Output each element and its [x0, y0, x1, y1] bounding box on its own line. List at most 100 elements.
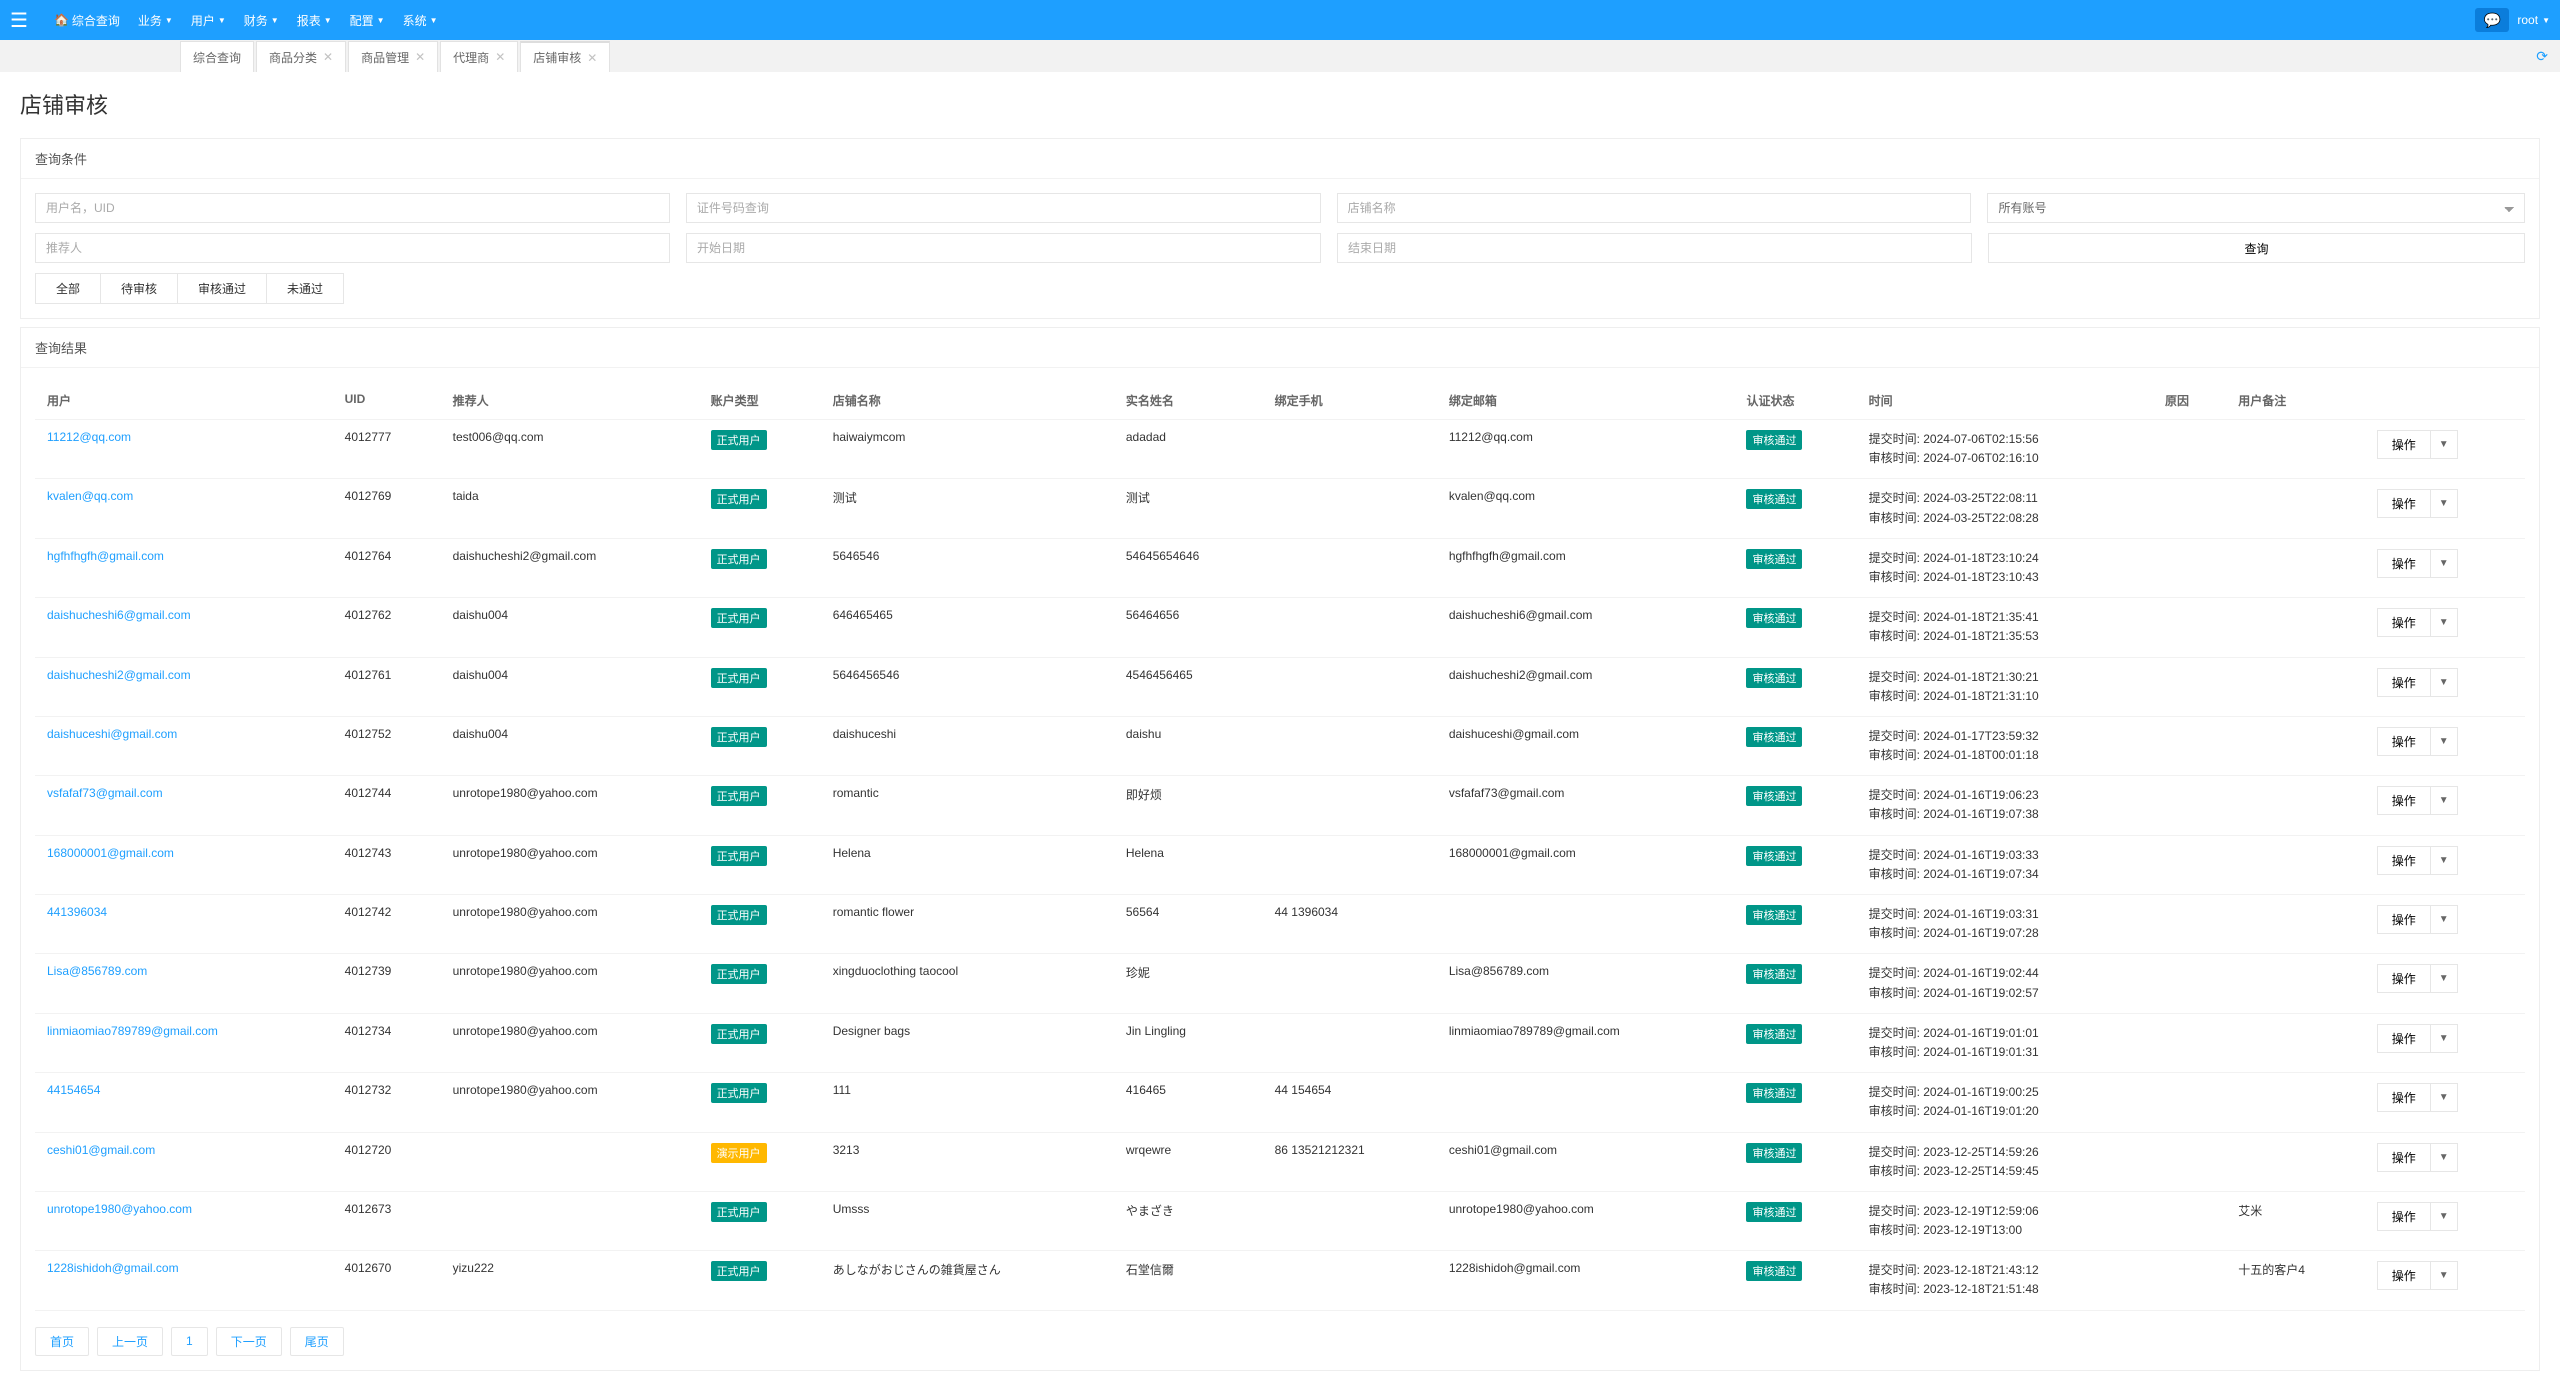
- user-link[interactable]: 11212@qq.com: [47, 430, 131, 444]
- user-link[interactable]: linmiaomiao789789@gmail.com: [47, 1024, 218, 1038]
- user-uid-input[interactable]: [35, 193, 670, 223]
- tab[interactable]: 代理商✕: [440, 41, 518, 72]
- nav-item[interactable]: 报表 ▼: [291, 12, 338, 29]
- user-link[interactable]: Lisa@856789.com: [47, 964, 147, 978]
- operate-caret[interactable]: ▼: [2431, 549, 2458, 578]
- pager-last[interactable]: 尾页: [290, 1327, 344, 1356]
- user-link[interactable]: kvalen@qq.com: [47, 489, 133, 503]
- operate-button[interactable]: 操作: [2377, 430, 2431, 459]
- phone-cell: 86 13521212321: [1263, 1132, 1437, 1191]
- operate-caret[interactable]: ▼: [2431, 430, 2458, 459]
- operate-button[interactable]: 操作: [2377, 608, 2431, 637]
- table-row: daishucheshi2@gmail.com4012761daishu004正…: [35, 657, 2525, 716]
- close-icon[interactable]: ✕: [415, 50, 425, 64]
- operate-caret[interactable]: ▼: [2431, 964, 2458, 993]
- user-link[interactable]: 168000001@gmail.com: [47, 846, 174, 860]
- user-link[interactable]: daishucheshi2@gmail.com: [47, 668, 191, 682]
- user-link[interactable]: 1228ishidoh@gmail.com: [47, 1261, 179, 1275]
- operate-button[interactable]: 操作: [2377, 846, 2431, 875]
- chat-icon[interactable]: 💬: [2475, 8, 2509, 32]
- pager-prev[interactable]: 上一页: [97, 1327, 163, 1356]
- operate-caret[interactable]: ▼: [2431, 1261, 2458, 1290]
- search-button[interactable]: 查询: [1988, 233, 2525, 263]
- nav-item[interactable]: 🏠 综合查询: [48, 12, 126, 29]
- refresh-icon[interactable]: ⟳: [2536, 48, 2548, 65]
- operate-button[interactable]: 操作: [2377, 1261, 2431, 1290]
- remark-cell: [2226, 716, 2364, 775]
- reason-cell: [2153, 538, 2226, 597]
- operate-caret[interactable]: ▼: [2431, 1202, 2458, 1231]
- close-icon[interactable]: ✕: [495, 50, 505, 64]
- tab[interactable]: 店铺审核✕: [520, 41, 610, 72]
- close-icon[interactable]: ✕: [587, 51, 597, 65]
- tab[interactable]: 商品管理✕: [348, 41, 438, 72]
- operate-caret[interactable]: ▼: [2431, 1083, 2458, 1112]
- status-tab[interactable]: 待审核: [100, 273, 178, 304]
- start-date-input[interactable]: [686, 233, 1321, 263]
- remark-cell: [2226, 598, 2364, 657]
- status-tab[interactable]: 审核通过: [177, 273, 267, 304]
- operate-button[interactable]: 操作: [2377, 1202, 2431, 1231]
- status-tab[interactable]: 未通过: [266, 273, 344, 304]
- account-select[interactable]: 所有账号: [1987, 193, 2525, 223]
- shop-cell: 5646456546: [821, 657, 1114, 716]
- operate-caret[interactable]: ▼: [2431, 489, 2458, 518]
- operate-button[interactable]: 操作: [2377, 905, 2431, 934]
- operate-caret[interactable]: ▼: [2431, 668, 2458, 697]
- end-date-input[interactable]: [1337, 233, 1972, 263]
- status-tab[interactable]: 全部: [35, 273, 101, 304]
- operate-caret[interactable]: ▼: [2431, 727, 2458, 756]
- operate-button[interactable]: 操作: [2377, 549, 2431, 578]
- user-link[interactable]: hgfhfhgfh@gmail.com: [47, 549, 164, 563]
- tab[interactable]: 商品分类✕: [256, 41, 346, 72]
- nav-item[interactable]: 系统 ▼: [397, 12, 444, 29]
- operate-caret[interactable]: ▼: [2431, 905, 2458, 934]
- operate-button[interactable]: 操作: [2377, 489, 2431, 518]
- operate-button[interactable]: 操作: [2377, 786, 2431, 815]
- operate-button[interactable]: 操作: [2377, 1024, 2431, 1053]
- user-link[interactable]: daishucheshi6@gmail.com: [47, 608, 191, 622]
- close-icon[interactable]: ✕: [323, 50, 333, 64]
- user-link[interactable]: vsfafaf73@gmail.com: [47, 786, 163, 800]
- pager-page[interactable]: 1: [171, 1327, 208, 1356]
- user-link[interactable]: unrotope1980@yahoo.com: [47, 1202, 192, 1216]
- nav-item[interactable]: 业务 ▼: [132, 12, 179, 29]
- operate-caret[interactable]: ▼: [2431, 1024, 2458, 1053]
- user-link[interactable]: 441396034: [47, 905, 107, 919]
- operate-caret[interactable]: ▼: [2431, 1143, 2458, 1172]
- operate-button[interactable]: 操作: [2377, 1143, 2431, 1172]
- uid-cell: 4012670: [333, 1251, 441, 1310]
- user-link[interactable]: daishuceshi@gmail.com: [47, 727, 177, 741]
- operate-caret[interactable]: ▼: [2431, 786, 2458, 815]
- nav-item[interactable]: 用户 ▼: [185, 12, 232, 29]
- user-link[interactable]: ceshi01@gmail.com: [47, 1143, 155, 1157]
- operate-button[interactable]: 操作: [2377, 727, 2431, 756]
- user-link[interactable]: 44154654: [47, 1083, 100, 1097]
- pager-first[interactable]: 首页: [35, 1327, 89, 1356]
- cert-no-input[interactable]: [686, 193, 1321, 223]
- nav-item[interactable]: 财务 ▼: [238, 12, 285, 29]
- user-menu[interactable]: 💬 root ▼: [2475, 8, 2550, 32]
- column-header: 账户类型: [699, 382, 821, 420]
- column-header: 认证状态: [1734, 382, 1856, 420]
- hamburger-icon[interactable]: ☰: [10, 8, 28, 33]
- operate-button[interactable]: 操作: [2377, 1083, 2431, 1112]
- email-cell: 11212@qq.com: [1437, 420, 1735, 479]
- operate-button[interactable]: 操作: [2377, 668, 2431, 697]
- shop-name-input[interactable]: [1337, 193, 1972, 223]
- operate-caret[interactable]: ▼: [2431, 846, 2458, 875]
- email-cell: kvalen@qq.com: [1437, 479, 1735, 538]
- operate-caret[interactable]: ▼: [2431, 608, 2458, 637]
- recommender-input[interactable]: [35, 233, 670, 263]
- results-panel-header: 查询结果: [21, 328, 2539, 368]
- email-cell: ceshi01@gmail.com: [1437, 1132, 1735, 1191]
- tab[interactable]: 综合查询: [180, 41, 254, 72]
- nav-item[interactable]: 配置 ▼: [344, 12, 391, 29]
- pager-next[interactable]: 下一页: [216, 1327, 282, 1356]
- operate-button[interactable]: 操作: [2377, 964, 2431, 993]
- column-header: 用户: [35, 382, 333, 420]
- time-cell: 提交时间: 2023-12-18T21:43:12审核时间: 2023-12-1…: [1869, 1261, 2141, 1299]
- remark-cell: [2226, 1132, 2364, 1191]
- status-badge: 审核通过: [1746, 430, 1802, 450]
- phone-cell: [1263, 954, 1437, 1013]
